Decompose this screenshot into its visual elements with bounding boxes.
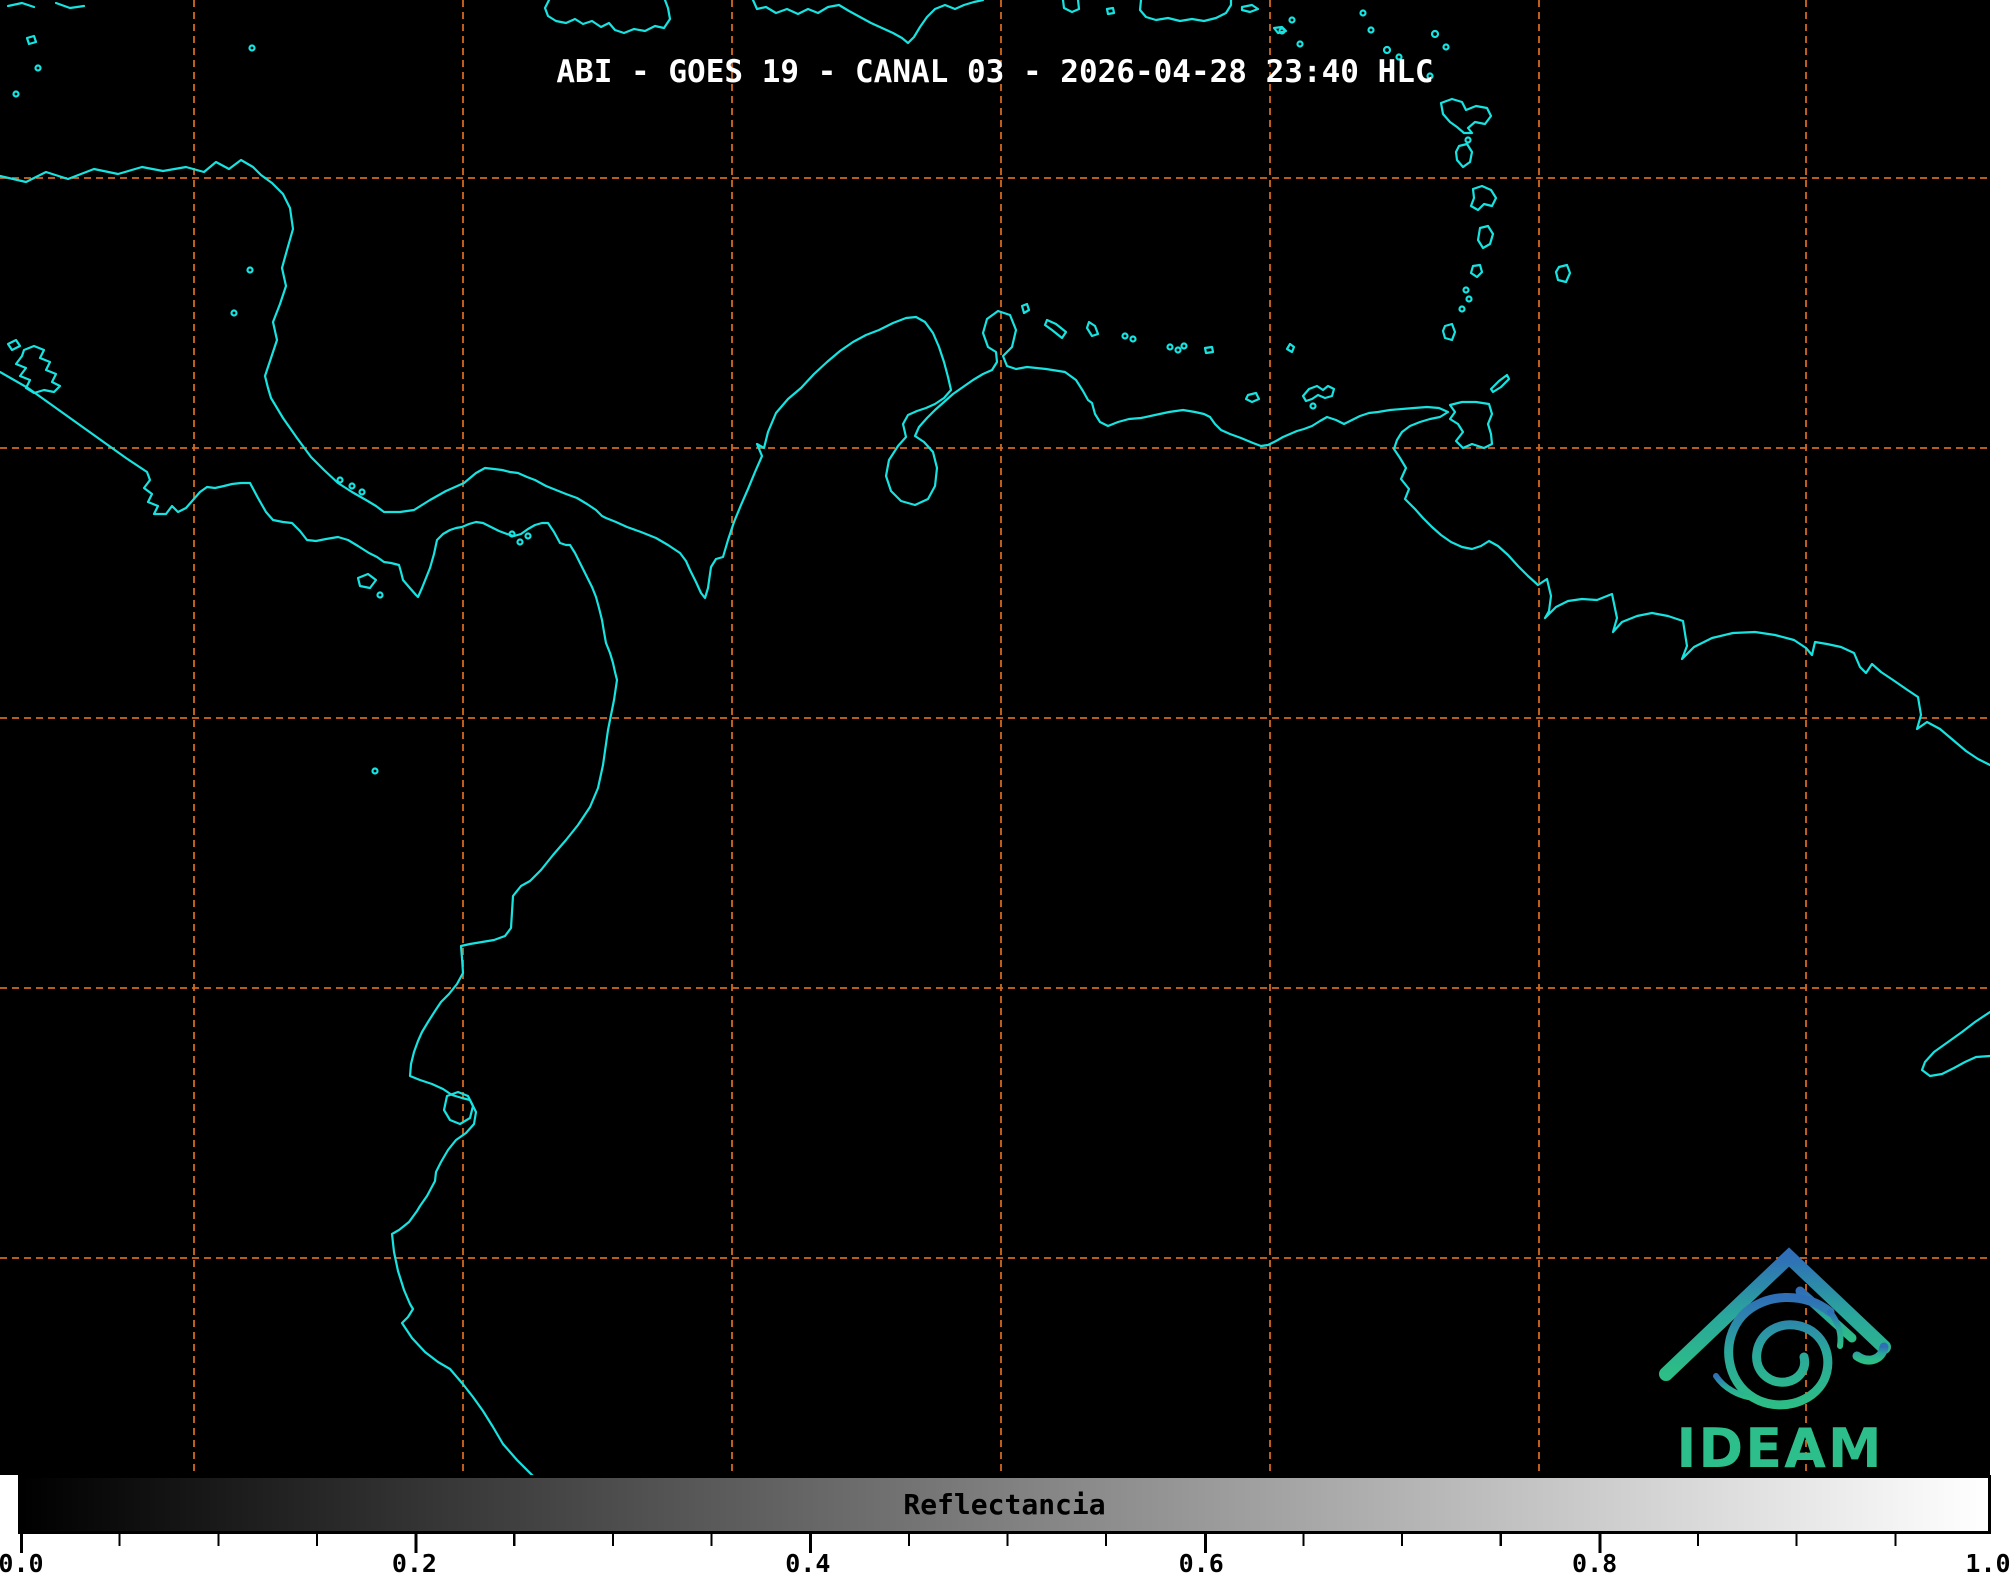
colorbar-tick-label: 0.6 — [1179, 1551, 1224, 1577]
lake-managua — [8, 340, 20, 350]
island-dots — [14, 11, 1472, 774]
ideam-logo-text: IDEAM — [1676, 1417, 1883, 1480]
satellite-image-product: { "title": "ABI - GOES 19 - CANAL 03 - 2… — [0, 0, 2011, 1577]
island-mona — [1107, 8, 1114, 14]
island-tobago — [1491, 375, 1509, 392]
island-barbados — [1556, 265, 1570, 282]
map-canvas: ABI - GOES 19 - CANAL 03 - 2026-04-28 23… — [0, 0, 1990, 1475]
colorbar-tick-labels: 0.0 0.2 0.4 0.6 0.8 1.0 — [21, 1551, 1988, 1577]
coastline-caribbean-mainland — [0, 160, 1990, 765]
island-dominica — [1456, 144, 1472, 167]
colorbar-tick-label: 0.0 — [0, 1551, 44, 1577]
island-orchila — [1205, 347, 1213, 353]
island-trinidad — [1450, 402, 1492, 448]
ideam-logo-mark — [1666, 1257, 1884, 1405]
island-curacao — [1045, 320, 1066, 338]
logo-mountain-icon — [1666, 1257, 1884, 1374]
island-martinique — [1471, 186, 1496, 210]
colorbar: Reflectancia — [18, 1475, 1991, 1534]
island-jamaica — [545, 0, 670, 33]
colorbar-tick-label: 0.2 — [392, 1551, 437, 1577]
island-coiba — [358, 574, 376, 588]
logo-hurricane-spiral-icon — [1729, 1297, 1830, 1404]
colorbar-label: Reflectancia — [21, 1478, 1988, 1531]
island-la-tortuga — [1246, 393, 1259, 402]
island-hispaniola-south-coast — [753, 0, 983, 43]
island-st-lucia — [1478, 226, 1493, 248]
colorbar-tick-label: 1.0 — [1965, 1551, 2010, 1577]
island-bonaire — [1087, 322, 1098, 336]
island-grenada — [1443, 324, 1455, 340]
island-bay-fragment-2 — [56, 3, 84, 8]
island-vieques — [1242, 5, 1258, 12]
ideam-logo: IDEAM — [1640, 1240, 1920, 1480]
island-west-fragment — [1063, 0, 1079, 12]
coastline-amazon-fragment — [1922, 1012, 1990, 1076]
island-bay-fragment-3 — [27, 36, 36, 44]
image-title: ABI - GOES 19 - CANAL 03 - 2026-04-28 23… — [0, 54, 1990, 90]
island-bay-fragment-1 — [8, 3, 34, 7]
colorbar-tick-label: 0.8 — [1572, 1551, 1617, 1577]
island-puerto-rico — [1140, 0, 1231, 21]
island-guadeloupe — [1441, 99, 1491, 133]
island-st-vincent — [1471, 265, 1482, 277]
island-aruba — [1022, 304, 1029, 313]
logo-mountain-hook — [1857, 1347, 1884, 1360]
island-blanquilla — [1287, 344, 1294, 352]
colorbar-tick-label: 0.4 — [785, 1551, 830, 1577]
logo-spiral-arc — [1830, 1312, 1841, 1346]
island-margarita — [1303, 386, 1334, 401]
coastline-pacific-mainland — [0, 372, 617, 1475]
